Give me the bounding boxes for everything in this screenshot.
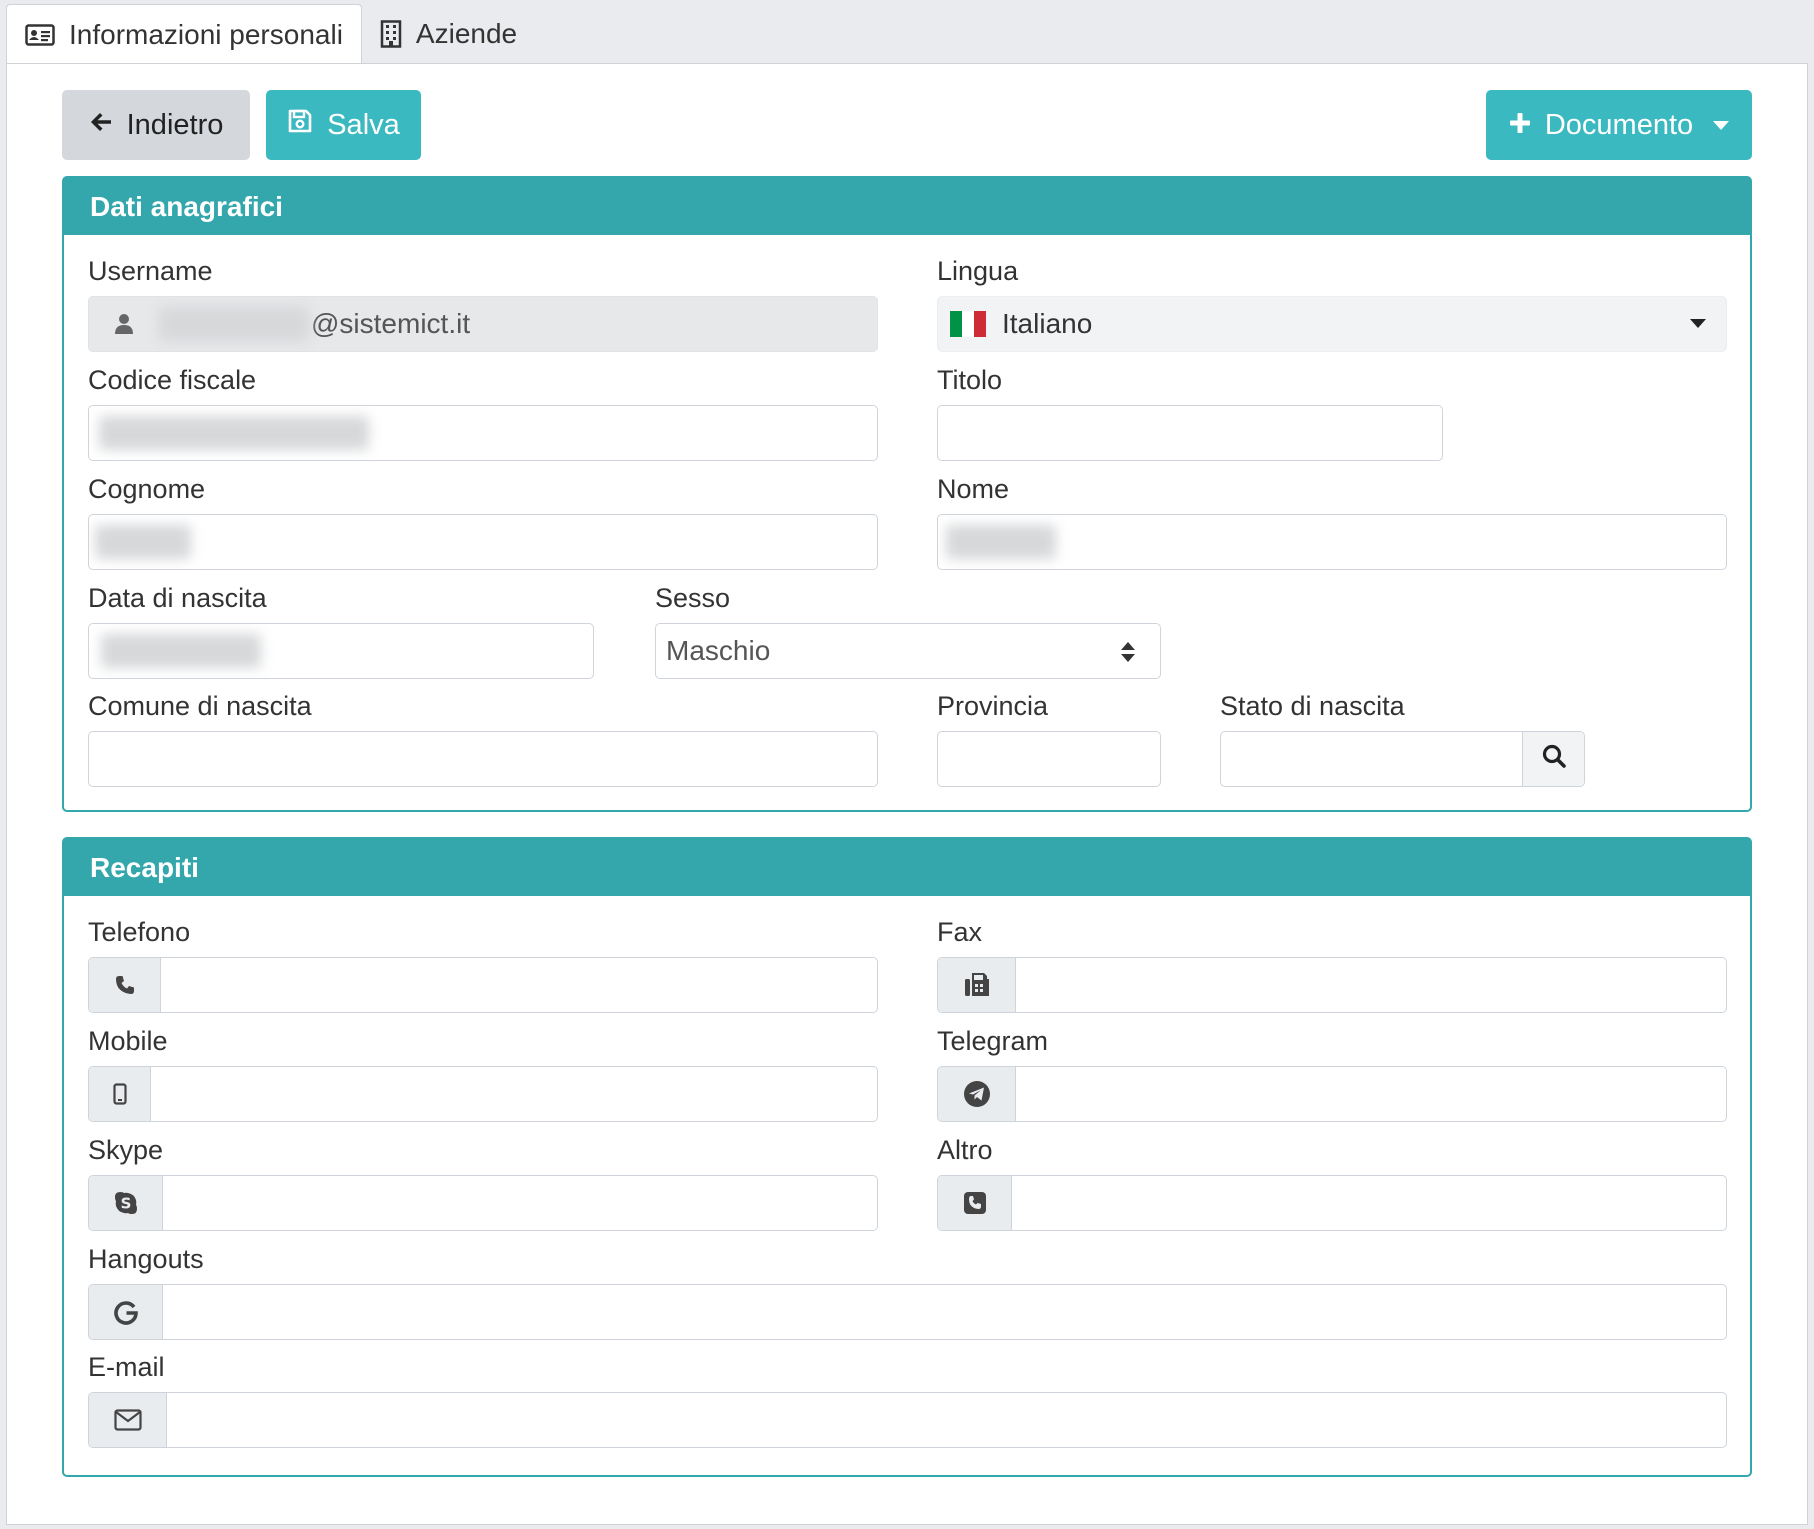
fax-label: Fax — [937, 917, 983, 947]
surname-label: Cognome — [88, 474, 206, 504]
name-field[interactable] — [937, 514, 1727, 570]
phone-icon — [89, 958, 161, 1012]
sort-arrows-icon — [1120, 640, 1136, 671]
hangouts-field[interactable] — [88, 1284, 1727, 1340]
sex-value: Maschio — [666, 635, 771, 666]
fax-icon — [938, 958, 1016, 1012]
italy-flag-icon — [950, 311, 986, 337]
caret-down-icon — [1690, 319, 1706, 328]
caret-down-icon — [1713, 120, 1730, 130]
svg-text:S: S — [120, 1195, 131, 1213]
tax-code-label: Codice fiscale — [88, 365, 257, 395]
plus-icon — [1509, 109, 1531, 142]
telegram-field[interactable] — [937, 1066, 1727, 1122]
add-document-label: Documento — [1544, 108, 1694, 141]
province-label: Provincia — [937, 691, 1049, 721]
email-field[interactable] — [88, 1392, 1727, 1448]
username-field[interactable]: @sistemict.it — [88, 296, 878, 352]
surname-field[interactable] — [88, 514, 878, 570]
skype-icon: S — [89, 1176, 163, 1230]
skype-label: Skype — [88, 1135, 164, 1165]
other-field[interactable] — [937, 1175, 1727, 1231]
redacted-text — [99, 416, 369, 450]
content-area: Indietro Salva Documento Dati anagrafici… — [6, 63, 1808, 1525]
birth-country-field[interactable] — [1220, 731, 1585, 787]
redacted-text — [95, 525, 191, 559]
user-icon — [89, 297, 159, 351]
tab-companies[interactable]: Aziende — [362, 4, 535, 64]
other-label: Altro — [937, 1135, 993, 1165]
telegram-icon — [938, 1067, 1016, 1121]
phone-field[interactable] — [88, 957, 878, 1013]
title-label: Titolo — [937, 365, 1003, 395]
birth-country-label: Stato di nascita — [1220, 691, 1405, 721]
search-icon — [1541, 743, 1567, 776]
birth-date-label: Data di nascita — [88, 583, 267, 613]
title-field[interactable] — [937, 405, 1443, 461]
mobile-field[interactable] — [88, 1066, 878, 1122]
mobile-label: Mobile — [88, 1026, 168, 1056]
panel-title: Recapiti — [64, 839, 1750, 896]
search-button[interactable] — [1522, 732, 1584, 786]
panel-title: Dati anagrafici — [64, 178, 1750, 235]
building-icon — [380, 20, 402, 48]
tab-personal-info[interactable]: Informazioni personali — [6, 4, 362, 64]
google-icon — [89, 1285, 163, 1339]
tax-code-field[interactable] — [88, 405, 878, 461]
personal-data-panel: Dati anagrafici Username @sistemict.it L… — [62, 176, 1752, 812]
save-button[interactable]: Salva — [266, 90, 421, 160]
birth-city-label: Comune di nascita — [88, 691, 312, 721]
tab-bar: Informazioni personali Aziende — [6, 4, 535, 64]
birth-date-field[interactable] — [88, 623, 594, 679]
province-field[interactable] — [937, 731, 1161, 787]
mobile-phone-icon — [89, 1067, 151, 1121]
envelope-icon — [89, 1393, 167, 1447]
birth-city-field[interactable] — [88, 731, 878, 787]
id-card-icon — [25, 23, 55, 46]
phone-label: Telefono — [88, 917, 191, 947]
redacted-text — [101, 634, 261, 668]
add-document-button[interactable]: Documento — [1486, 90, 1752, 160]
fax-field[interactable] — [937, 957, 1727, 1013]
name-label: Nome — [937, 474, 1010, 504]
back-button-label: Indietro — [126, 108, 224, 141]
telegram-label: Telegram — [937, 1026, 1049, 1056]
redacted-text — [946, 525, 1056, 559]
phone-square-icon — [938, 1176, 1012, 1230]
skype-field[interactable]: S — [88, 1175, 878, 1231]
username-suffix: @sistemict.it — [311, 308, 471, 339]
email-label: E-mail — [88, 1352, 165, 1382]
sex-select[interactable]: Maschio — [655, 623, 1161, 679]
username-label: Username — [88, 256, 213, 286]
contacts-panel: Recapiti Telefono Fax Mobile Telegram Sk… — [62, 837, 1752, 1477]
save-button-label: Salva — [327, 108, 400, 141]
language-value: Italiano — [1002, 308, 1093, 339]
redacted-text — [159, 307, 309, 341]
hangouts-label: Hangouts — [88, 1244, 204, 1274]
language-label: Lingua — [937, 256, 1019, 286]
tab-label: Aziende — [415, 18, 518, 49]
arrow-left-icon — [89, 109, 113, 142]
floppy-disk-icon — [287, 108, 313, 142]
tab-label: Informazioni personali — [69, 18, 343, 50]
sex-label: Sesso — [655, 583, 731, 613]
back-button[interactable]: Indietro — [62, 90, 250, 160]
language-select[interactable]: Italiano — [937, 296, 1727, 352]
